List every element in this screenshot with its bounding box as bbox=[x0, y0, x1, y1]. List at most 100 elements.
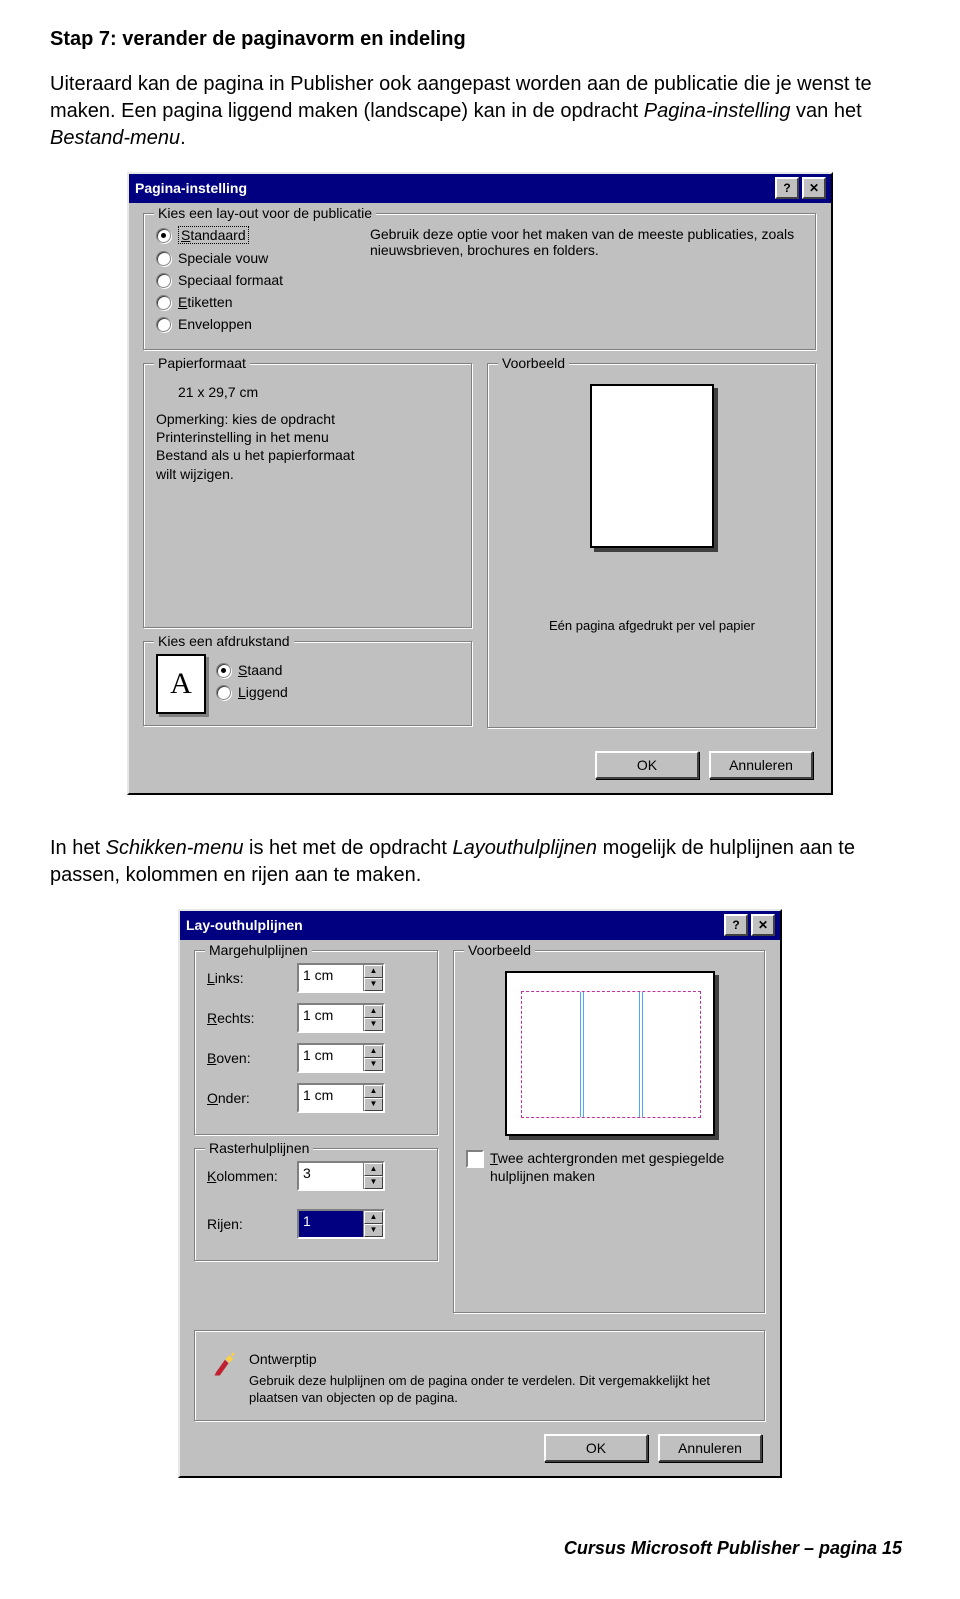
radio-label: Enveloppen bbox=[178, 316, 252, 332]
text-italic: Schikken-menu bbox=[106, 837, 244, 859]
preview-fieldset: Voorbeeld Eén pagina afgedrukt per vel p… bbox=[487, 363, 817, 729]
spin-value: 1 cm bbox=[299, 1085, 364, 1111]
radio-label: Liggend bbox=[238, 684, 288, 700]
layout-fieldset: Kies een lay-out voor de publicatie Stan… bbox=[143, 213, 817, 351]
text: In het bbox=[50, 837, 106, 859]
chevron-up-icon[interactable]: ▲ bbox=[364, 965, 383, 978]
chevron-down-icon[interactable]: ▼ bbox=[364, 1176, 383, 1189]
tip-text: Gebruik deze hulplijnen om de pagina ond… bbox=[249, 1373, 749, 1407]
design-tip: Ontwerptip Gebruik deze hulplijnen om de… bbox=[194, 1330, 766, 1422]
label-rijen: Rijen: bbox=[207, 1216, 297, 1232]
label-onder: Onder: bbox=[207, 1090, 297, 1106]
chevron-down-icon[interactable]: ▼ bbox=[364, 1224, 383, 1237]
wizard-icon bbox=[211, 1351, 239, 1379]
radio-icon bbox=[216, 663, 231, 678]
close-icon[interactable]: ✕ bbox=[751, 914, 775, 936]
page-footer: Cursus Microsoft Publisher – pagina 15 bbox=[50, 1538, 910, 1559]
cancel-button[interactable]: Annuleren bbox=[709, 751, 813, 779]
cancel-button[interactable]: Annuleren bbox=[658, 1434, 762, 1462]
titlebar: Lay-outhulplijnen ? ✕ bbox=[180, 911, 780, 940]
spin-value: 1 cm bbox=[299, 1005, 364, 1031]
paper-size: 21 x 29,7 cm bbox=[156, 376, 460, 410]
radio-label: Etiketten bbox=[178, 294, 232, 310]
intro-paragraph: Uiteraard kan de pagina in Publisher ook… bbox=[50, 71, 910, 152]
chevron-down-icon[interactable]: ▼ bbox=[364, 1018, 383, 1031]
grid-fieldset: Rasterhulplijnen Kolommen: 3 ▲▼ Rijen: 1 bbox=[194, 1148, 439, 1262]
grid-legend: Rasterhulplijnen bbox=[205, 1140, 313, 1156]
orientation-fieldset: Kies een afdrukstand A Staand Lig bbox=[143, 641, 473, 727]
titlebar-buttons: ? ✕ bbox=[775, 177, 826, 199]
titlebar: Pagina-instelling ? ✕ bbox=[129, 174, 831, 203]
radio-icon bbox=[156, 273, 171, 288]
spin-value: 1 cm bbox=[299, 965, 364, 991]
chevron-up-icon[interactable]: ▲ bbox=[364, 1005, 383, 1018]
margins-fieldset: Margehulplijnen Links: 1 cm ▲▼ Rechts: bbox=[194, 950, 439, 1136]
label-rechts: Rechts: bbox=[207, 1010, 297, 1026]
dialog-layout-guides: Lay-outhulplijnen ? ✕ Margehulplijnen Li… bbox=[178, 909, 782, 1478]
orientation-legend: Kies een afdrukstand bbox=[154, 633, 294, 649]
radio-icon bbox=[216, 685, 231, 700]
label-boven: Boven: bbox=[207, 1050, 297, 1066]
text: van het bbox=[791, 100, 862, 122]
layout-legend: Kies een lay-out voor de publicatie bbox=[154, 205, 376, 221]
radio-label: Speciaal formaat bbox=[178, 272, 283, 288]
dialog-page-setup: Pagina-instelling ? ✕ Kies een lay-out v… bbox=[127, 172, 833, 795]
checkbox-mirror[interactable] bbox=[466, 1150, 484, 1168]
chevron-up-icon[interactable]: ▲ bbox=[364, 1045, 383, 1058]
radio-speciale-vouw[interactable]: Speciale vouw bbox=[156, 250, 356, 266]
step-heading: Stap 7: verander de paginavorm en indeli… bbox=[50, 28, 910, 51]
spin-onder[interactable]: 1 cm ▲▼ bbox=[297, 1083, 385, 1113]
dialog-title: Pagina-instelling bbox=[135, 180, 247, 196]
radio-icon bbox=[156, 295, 171, 310]
radio-staand[interactable]: Staand bbox=[216, 662, 288, 678]
radio-icon bbox=[156, 251, 171, 266]
chevron-up-icon[interactable]: ▲ bbox=[364, 1211, 383, 1224]
help-icon[interactable]: ? bbox=[724, 914, 748, 936]
tip-title: Ontwerptip bbox=[249, 1351, 749, 1367]
spin-value: 1 cm bbox=[299, 1045, 364, 1071]
radio-label: Standaard bbox=[178, 226, 249, 244]
radio-liggend[interactable]: Liggend bbox=[216, 684, 288, 700]
radio-etiketten[interactable]: Etiketten bbox=[156, 294, 356, 310]
radio-speciaal-formaat[interactable]: Speciaal formaat bbox=[156, 272, 356, 288]
ok-button[interactable]: OK bbox=[544, 1434, 648, 1462]
text-italic: Pagina-instelling bbox=[644, 100, 791, 122]
layout-preview-icon bbox=[505, 971, 715, 1136]
radio-icon bbox=[156, 317, 171, 332]
chevron-down-icon[interactable]: ▼ bbox=[364, 1098, 383, 1111]
spin-boven[interactable]: 1 cm ▲▼ bbox=[297, 1043, 385, 1073]
text: . bbox=[180, 127, 186, 149]
radio-standaard[interactable]: Standaard bbox=[156, 226, 356, 244]
spin-kolommen[interactable]: 3 ▲▼ bbox=[297, 1161, 385, 1191]
preview-legend: Voorbeeld bbox=[498, 355, 569, 371]
label-links: Links: bbox=[207, 970, 297, 986]
radio-label: Speciale vouw bbox=[178, 250, 268, 266]
chevron-down-icon[interactable]: ▼ bbox=[364, 1058, 383, 1071]
label-kolommen: Kolommen: bbox=[207, 1168, 297, 1184]
radio-enveloppen[interactable]: Enveloppen bbox=[156, 316, 356, 332]
layout-description: Gebruik deze optie voor het maken van de… bbox=[370, 226, 804, 338]
radio-label: Staand bbox=[238, 662, 282, 678]
dialog-title: Lay-outhulplijnen bbox=[186, 917, 303, 933]
ok-button[interactable]: OK bbox=[595, 751, 699, 779]
chevron-down-icon[interactable]: ▼ bbox=[364, 978, 383, 991]
spin-value: 3 bbox=[299, 1163, 364, 1189]
close-icon[interactable]: ✕ bbox=[802, 177, 826, 199]
spin-rechts[interactable]: 1 cm ▲▼ bbox=[297, 1003, 385, 1033]
preview-caption: Eén pagina afgedrukt per vel papier bbox=[500, 618, 804, 634]
help-icon[interactable]: ? bbox=[775, 177, 799, 199]
checkbox-label: Twee achtergronden met gespiegelde hulpl… bbox=[490, 1150, 753, 1185]
spin-value: 1 bbox=[299, 1211, 364, 1237]
spin-links[interactable]: 1 cm ▲▼ bbox=[297, 963, 385, 993]
text-italic: Bestand-menu bbox=[50, 127, 180, 149]
between-paragraph: In het Schikken-menu is het met de opdra… bbox=[50, 835, 910, 889]
preview-fieldset: Voorbeeld Twee achtergronden met g bbox=[453, 950, 766, 1314]
chevron-up-icon[interactable]: ▲ bbox=[364, 1085, 383, 1098]
titlebar-buttons: ? ✕ bbox=[724, 914, 775, 936]
preview-legend: Voorbeeld bbox=[464, 942, 535, 958]
spin-rijen[interactable]: 1 ▲▼ bbox=[297, 1209, 385, 1239]
radio-icon bbox=[156, 228, 171, 243]
paper-note: Opmerking: kies de opdracht Printerinste… bbox=[156, 410, 376, 483]
chevron-up-icon[interactable]: ▲ bbox=[364, 1163, 383, 1176]
page-preview-icon bbox=[590, 384, 714, 548]
